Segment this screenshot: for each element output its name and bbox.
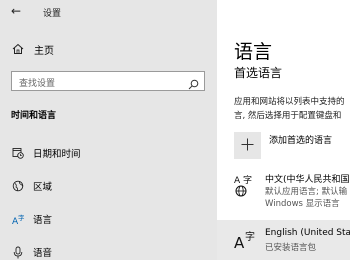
app-title: 设置	[43, 9, 62, 19]
sidebar-home[interactable]: 主页	[11, 40, 54, 58]
page-title: 语言	[234, 41, 273, 63]
language-name: English (United States)	[265, 228, 350, 238]
search-input[interactable]: 查找设置	[11, 71, 205, 91]
language-pack-icon: A字	[234, 229, 258, 255]
language-display-icon: A字	[234, 174, 256, 202]
language-status: Windows 显示语言	[265, 199, 340, 209]
title-bar: ← 设置	[0, 0, 217, 24]
calendar-clock-icon	[11, 146, 25, 160]
language-item[interactable]: A字 English (United States) 已安装语言包	[217, 220, 350, 260]
language-status: 已安装语言包	[265, 243, 317, 253]
add-language-label[interactable]: 添加首选的语言	[269, 133, 332, 146]
sidebar-item-label: 语言	[33, 215, 53, 226]
sidebar-item-region[interactable]: 区域	[0, 175, 217, 197]
description: 应用和网站将以列表中支持的 言, 然后选择用于配置键盘和	[234, 95, 345, 123]
svg-text:字: 字	[245, 230, 255, 243]
sidebar: ← 设置 主页 查找设置 时间和语言 日期和时间 区域 A字 语言 语音	[0, 0, 217, 260]
language-item[interactable]: A字 中文(中华人民共和国) 默认应用语言; 默认输 Windows 显示语言	[217, 168, 350, 218]
home-label: 主页	[34, 45, 54, 57]
description-line: 应用和网站将以列表中支持的	[234, 97, 345, 107]
search-placeholder: 查找设置	[19, 79, 56, 89]
language-status: 默认应用语言; 默认输	[265, 187, 348, 197]
language-icon: A字	[11, 212, 25, 226]
svg-text:A: A	[234, 234, 245, 251]
language-name: 中文(中华人民共和国)	[265, 175, 350, 185]
sidebar-item-label: 语音	[33, 248, 53, 259]
microphone-icon	[11, 245, 25, 259]
section-title: 时间和语言	[11, 111, 57, 121]
plus-icon	[241, 136, 254, 155]
sidebar-item-date-time[interactable]: 日期和时间	[0, 142, 217, 164]
add-language-button[interactable]	[234, 132, 261, 159]
svg-text:字: 字	[243, 174, 252, 186]
main-panel: 语言 首选语言 应用和网站将以列表中支持的 言, 然后选择用于配置键盘和 添加首…	[217, 0, 350, 260]
svg-text:A: A	[234, 176, 241, 186]
svg-text:字: 字	[18, 213, 25, 222]
sidebar-item-label: 区域	[33, 182, 53, 193]
home-icon	[11, 43, 25, 55]
description-line: 言, 然后选择用于配置键盘和	[234, 111, 342, 121]
section-subtitle: 首选语言	[234, 66, 283, 80]
sidebar-item-language[interactable]: A字 语言	[0, 208, 217, 230]
sidebar-item-label: 日期和时间	[33, 149, 81, 160]
globe-region-icon	[11, 179, 25, 193]
back-arrow-icon[interactable]: ←	[11, 4, 21, 18]
search-icon	[188, 75, 199, 94]
